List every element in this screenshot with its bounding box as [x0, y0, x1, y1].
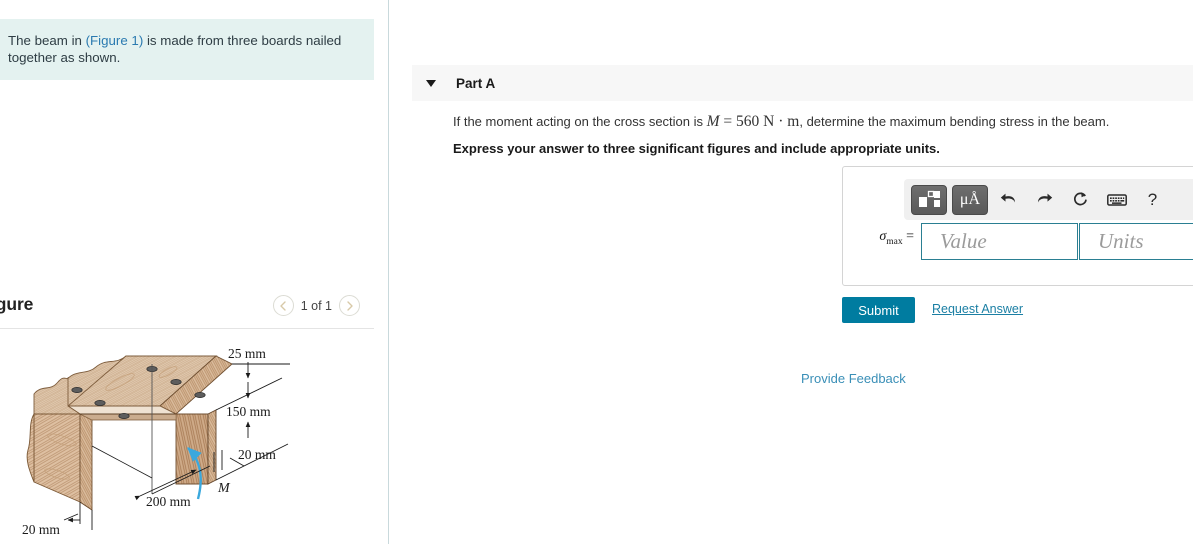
keyboard-icon — [1106, 193, 1127, 206]
figure-divider — [0, 328, 374, 329]
reset-circular-arrow-icon — [1074, 192, 1087, 206]
part-a-header[interactable]: Part A — [412, 65, 1193, 101]
request-answer-link[interactable]: Request Answer — [932, 302, 1023, 316]
provide-feedback-link[interactable]: Provide Feedback — [801, 371, 906, 386]
help-button[interactable]: ? — [1137, 185, 1168, 215]
equals-sign: = — [906, 229, 914, 244]
undo-arrow-icon — [1000, 193, 1015, 202]
beam-figure: 25 mm 150 mm 20 mm M 200 mm 20 mm — [0, 334, 374, 544]
question-suffix: , determine the maximum bending stress i… — [799, 114, 1110, 129]
dim-20mm-bottom-label: 20 mm — [22, 522, 60, 537]
figure-navigation: 1 of 1 — [272, 295, 360, 316]
moment-value: 560 — [736, 113, 760, 130]
reset-button[interactable] — [1065, 185, 1096, 215]
units-input[interactable]: Units — [1079, 223, 1193, 260]
chevron-right-icon — [346, 300, 353, 311]
figure-panel: The beam in (Figure 1) is made from thre… — [0, 0, 389, 544]
math-toolbar: μÅ ? — [904, 179, 1193, 220]
moment-symbol: M — [706, 113, 720, 130]
dim-150mm-label: 150 mm — [226, 404, 271, 419]
question-prefix: If the moment acting on the cross sectio… — [453, 114, 707, 129]
moment-equals: = — [723, 113, 733, 130]
undo-button[interactable] — [993, 185, 1024, 215]
redo-button[interactable] — [1029, 185, 1060, 215]
figure-1-link[interactable]: (Figure 1) — [86, 33, 144, 48]
figure-next-button[interactable] — [339, 295, 360, 316]
problem-statement: The beam in (Figure 1) is made from thre… — [0, 19, 374, 80]
part-a-title: Part A — [456, 75, 496, 91]
dim-200mm-label: 200 mm — [146, 494, 191, 509]
dim-25mm-label: 25 mm — [228, 346, 266, 361]
answer-input-box: μÅ ? σmax = Value Units — [842, 166, 1193, 286]
figure-header: igure 1 of 1 — [0, 294, 374, 326]
answer-panel: Part A If the moment acting on the cross… — [390, 0, 1193, 544]
template-blocks-icon — [918, 190, 940, 207]
moment-units: N · m — [763, 113, 800, 130]
beam-diagram-svg: 25 mm 150 mm 20 mm M 200 mm 20 mm — [22, 346, 290, 537]
chevron-left-icon — [280, 300, 286, 311]
keyboard-button[interactable] — [1101, 185, 1132, 215]
submit-button[interactable]: Submit — [842, 297, 915, 323]
redo-arrow-icon — [1038, 193, 1053, 202]
question-text: If the moment acting on the cross sectio… — [453, 113, 1109, 131]
math-template-button[interactable] — [911, 184, 947, 215]
problem-text-before: The beam in — [8, 33, 86, 48]
value-input[interactable]: Value — [921, 223, 1078, 260]
units-button[interactable]: μÅ — [952, 184, 988, 215]
sigma-subscript: max — [886, 236, 903, 247]
micro-angstrom-icon: μÅ — [959, 190, 981, 208]
dim-20mm-right-label: 20 mm — [238, 447, 276, 462]
figure-counter: 1 of 1 — [300, 298, 332, 313]
figure-prev-button[interactable] — [272, 295, 294, 316]
moment-label: M — [217, 481, 231, 496]
caret-down-icon[interactable] — [426, 79, 436, 87]
instruction-text: Express your answer to three significant… — [453, 141, 940, 156]
sigma-max-label: σmax = — [852, 229, 914, 247]
figure-panel-title: igure — [0, 294, 34, 314]
